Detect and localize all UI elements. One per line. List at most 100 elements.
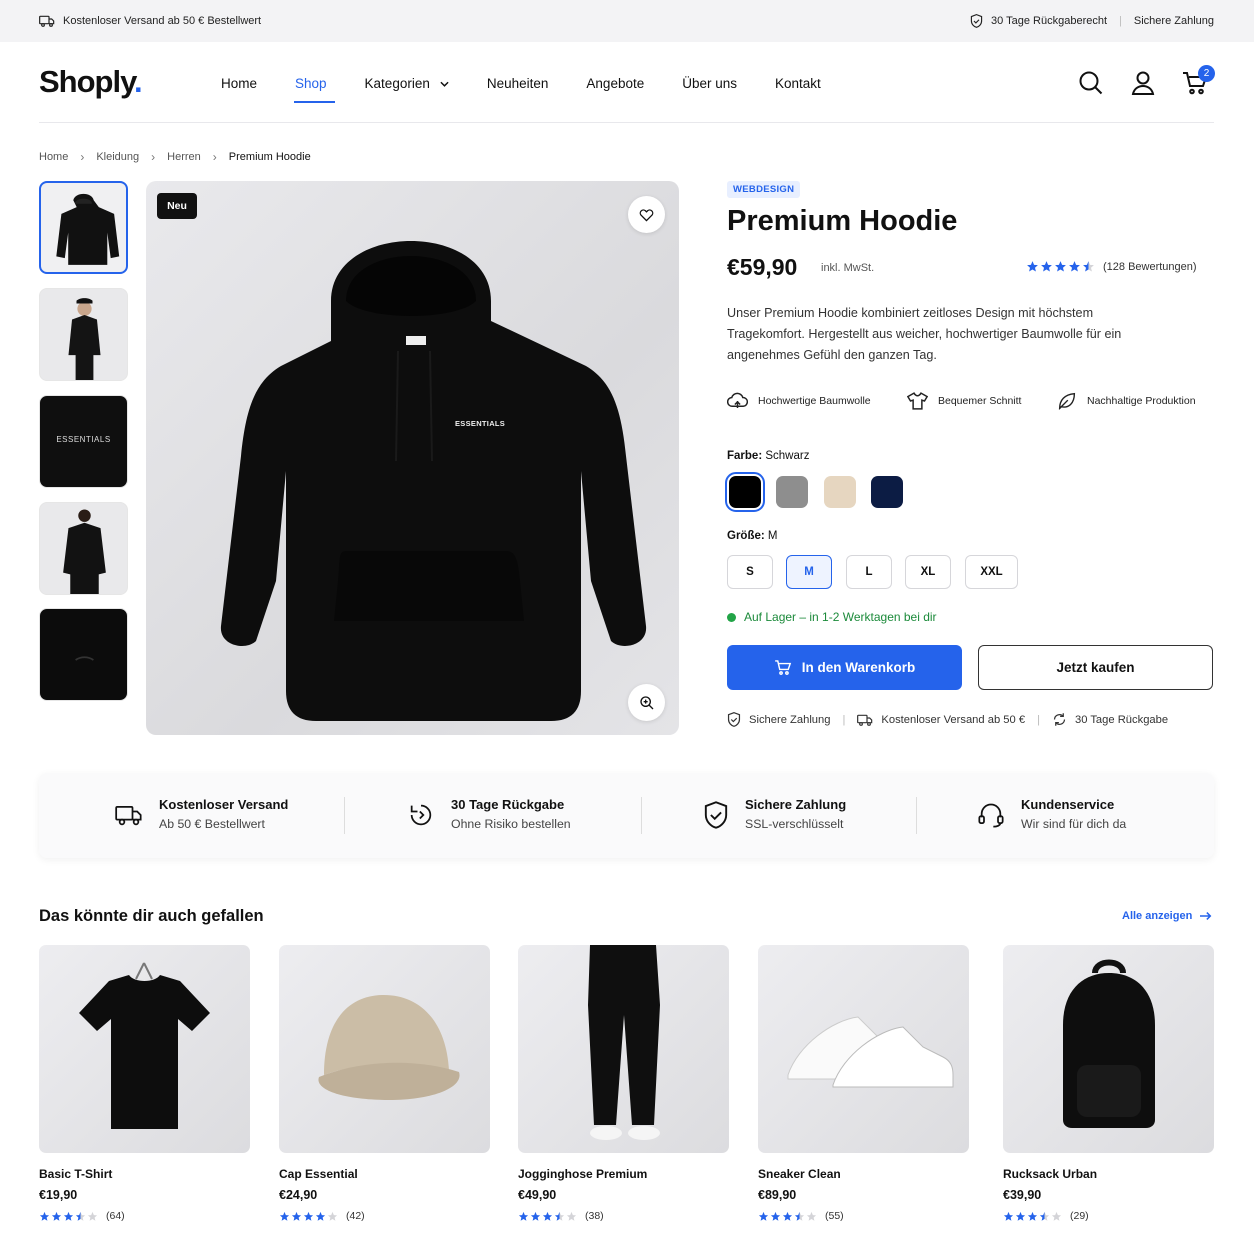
product-card-backpack[interactable]: Rucksack Urban €39,90 (29) — [1003, 945, 1214, 1222]
rating-stars — [518, 1211, 577, 1222]
size-option-xxl[interactable]: XXL — [965, 555, 1018, 589]
breadcrumb-herren[interactable]: Herren — [167, 151, 201, 163]
star-icon — [782, 1211, 793, 1221]
star-icon — [291, 1211, 302, 1221]
star-icon — [51, 1211, 62, 1221]
product-name[interactable]: Sneaker Clean — [758, 1167, 969, 1181]
product-image-cap[interactable] — [279, 945, 490, 1153]
nav-neuheiten[interactable]: Neuheiten — [487, 76, 549, 91]
product-card-joggers[interactable]: Jogginghose Premium €49,90 (38) — [518, 945, 729, 1222]
star-icon — [1083, 261, 1094, 272]
divider: | — [1119, 15, 1122, 27]
fabric-thumb-image — [75, 656, 94, 661]
buy-now-button[interactable]: Jetzt kaufen — [978, 645, 1213, 690]
star-icon — [327, 1211, 338, 1221]
size-option-s[interactable]: S — [727, 555, 773, 589]
chevron-right-icon: › — [212, 150, 217, 164]
breadcrumb-kleidung[interactable]: Kleidung — [96, 151, 139, 163]
user-icon[interactable] — [1130, 70, 1156, 96]
truck-icon — [857, 714, 873, 726]
rating-stars — [279, 1211, 338, 1222]
chevron-right-icon: › — [80, 150, 85, 164]
product-name[interactable]: Basic T-Shirt — [39, 1167, 250, 1181]
nav-home[interactable]: Home — [221, 76, 257, 91]
breadcrumb-current: Premium Hoodie — [228, 151, 311, 163]
search-icon[interactable] — [1078, 70, 1104, 96]
logo[interactable]: Shoply. — [39, 64, 143, 100]
feature-sustainable: Nachhaltige Produktion — [1057, 392, 1196, 410]
product-name[interactable]: Rucksack Urban — [1003, 1167, 1214, 1181]
model-back-thumb-image — [63, 509, 106, 594]
product-card-tshirt[interactable]: Basic T-Shirt €19,90 (64) — [39, 945, 250, 1222]
benefit-payment-sub: SSL-verschlüsselt — [745, 817, 844, 831]
product-rating: (29) — [1003, 1210, 1214, 1222]
product-image-tshirt[interactable] — [39, 945, 250, 1153]
benefits-bar: Kostenloser Versand Ab 50 € Bestellwert 3… — [39, 773, 1214, 858]
hoodie-thumb-image — [56, 193, 120, 265]
thumbnail-hoodie-front[interactable] — [39, 181, 128, 274]
product-name[interactable]: Jogginghose Premium — [518, 1167, 729, 1181]
nav-kategorien[interactable]: Kategorien — [365, 76, 449, 91]
thumbnail-print-detail[interactable]: ESSENTIALS — [39, 395, 128, 488]
feature-fit-label: Bequemer Schnitt — [938, 395, 1022, 407]
shield-icon — [970, 14, 983, 28]
product-price: €89,90 — [758, 1188, 797, 1202]
divider: | — [842, 713, 846, 726]
view-all-label: Alle anzeigen — [1122, 910, 1193, 922]
star-icon — [1015, 1211, 1026, 1221]
product-image-joggers[interactable] — [518, 945, 729, 1153]
divider: | — [1037, 713, 1040, 726]
product-image-sneaker[interactable] — [758, 945, 969, 1153]
product-image-backpack[interactable] — [1003, 945, 1214, 1153]
main-product-image: ESSENTIALS — [146, 181, 679, 735]
star-icon — [279, 1211, 290, 1221]
category-badge: WEBDESIGN — [727, 181, 801, 198]
product-rating: (42) — [279, 1210, 490, 1222]
joggers-image — [588, 945, 660, 1140]
product-title: Premium Hoodie — [727, 205, 958, 237]
thumbnail-model-side[interactable] — [39, 288, 128, 381]
benefit-payment: Sichere Zahlung SSL-verschlüsselt — [703, 797, 846, 831]
thumbnail-fabric-detail[interactable] — [39, 608, 128, 701]
color-swatch-navy[interactable] — [871, 476, 903, 508]
nav-angebote[interactable]: Angebote — [586, 76, 644, 91]
cap-image — [318, 995, 460, 1100]
product-card-sneaker[interactable]: Sneaker Clean €89,90 (55) — [758, 945, 969, 1222]
color-swatch-beige[interactable] — [824, 476, 856, 508]
size-option-l[interactable]: L — [846, 555, 892, 589]
breadcrumb-home[interactable]: Home — [39, 151, 68, 163]
truck-icon — [39, 15, 55, 27]
color-swatch-black[interactable] — [725, 472, 765, 512]
size-option-m[interactable]: M — [786, 555, 832, 589]
product-rating: (64) — [39, 1210, 250, 1222]
color-swatch-grey[interactable] — [776, 476, 808, 508]
star-icon — [87, 1211, 98, 1221]
model-side-thumb-image — [68, 298, 101, 380]
thumbnail-model-back[interactable] — [39, 502, 128, 595]
zoom-in-icon — [639, 695, 653, 709]
related-title: Das könnte dir auch gefallen — [39, 907, 264, 925]
add-to-cart-button[interactable]: In den Warenkorb — [727, 645, 962, 690]
size-option-xl[interactable]: XL — [905, 555, 951, 589]
feature-sustainable-label: Nachhaltige Produktion — [1087, 395, 1196, 407]
nav-kontakt[interactable]: Kontakt — [775, 76, 821, 91]
breadcrumb: Home › Kleidung › Herren › Premium Hoodie — [39, 150, 311, 164]
product-rating[interactable]: (128 Bewertungen) — [1026, 260, 1197, 273]
rating-count: (55) — [825, 1210, 844, 1222]
product-price: €59,90 — [727, 254, 798, 280]
star-icon — [1069, 261, 1080, 272]
view-all-link[interactable]: Alle anzeigen — [1122, 910, 1212, 922]
product-name[interactable]: Cap Essential — [279, 1167, 490, 1181]
product-card-cap[interactable]: Cap Essential €24,90 (42) — [279, 945, 490, 1222]
nav-ueber-uns[interactable]: Über uns — [682, 76, 737, 91]
star-icon — [758, 1211, 769, 1221]
tshirt-image — [79, 962, 210, 1129]
wishlist-button[interactable] — [628, 196, 665, 233]
color-label: Farbe: Schwarz — [727, 450, 809, 462]
zoom-button[interactable] — [628, 684, 665, 721]
sneaker-image — [787, 1016, 954, 1088]
star-icon — [554, 1211, 565, 1221]
nav-shop[interactable]: Shop — [294, 76, 334, 103]
star-icon — [1041, 261, 1052, 272]
benefit-payment-title: Sichere Zahlung — [745, 797, 847, 812]
